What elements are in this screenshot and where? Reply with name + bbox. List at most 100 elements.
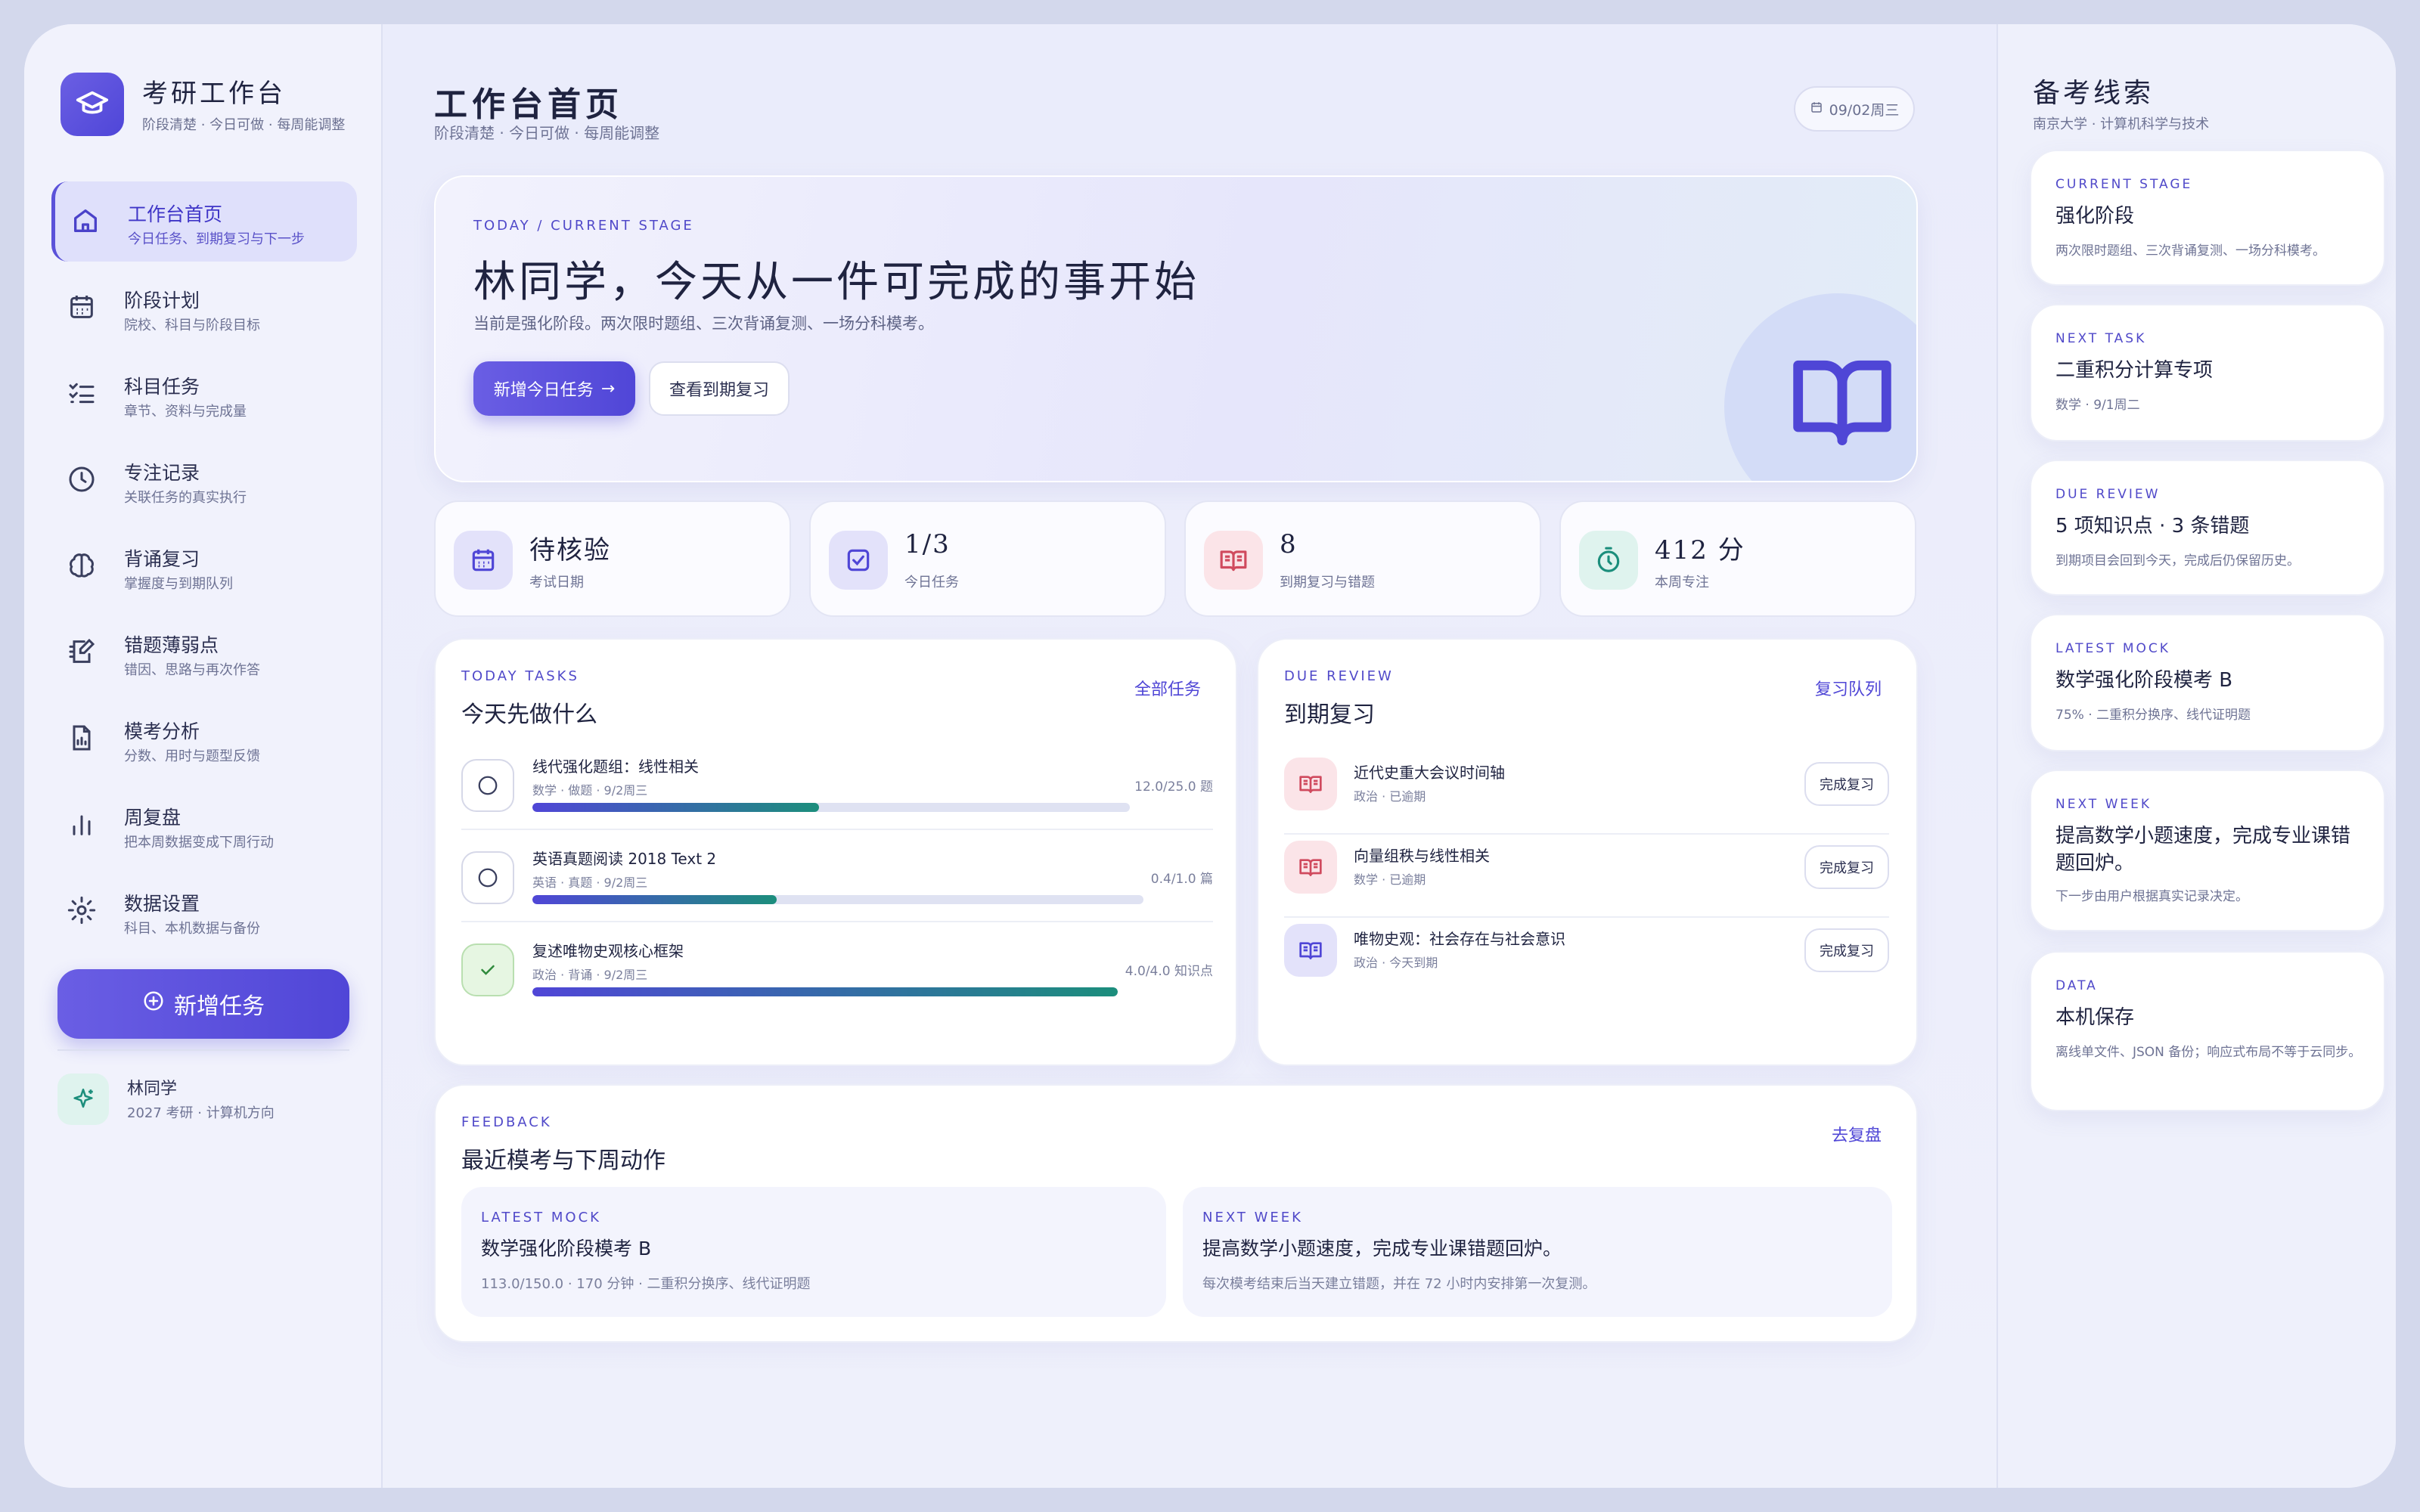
sidebar-item-sub: 院校、科目与阶段目标 (124, 318, 260, 333)
clue-card-due-review[interactable]: DUE REVIEW 5 项知识点 · 3 条错题 到期项目会回到今天，完成后仍… (2030, 460, 2385, 596)
clue-desc: 到期项目会回到今天，完成后仍保留历史。 (2055, 553, 2300, 569)
file-chart-icon (65, 721, 98, 754)
review-queue-link[interactable]: 复习队列 (1815, 676, 1882, 700)
calendar-small-icon (1810, 101, 1823, 118)
notebook-pen-icon (65, 635, 98, 668)
complete-review-button[interactable]: 完成复习 (1804, 762, 1889, 806)
task-progress-fill (532, 987, 1118, 996)
go-review-link[interactable]: 去复盘 (1832, 1122, 1882, 1146)
clue-desc: 离线单文件、JSON 备份；响应式布局不等于云同步。 (2055, 1045, 2362, 1060)
divider (1284, 833, 1889, 835)
page-title: 工作台首页 (434, 85, 623, 124)
sidebar-item-sub: 把本周数据变成下周行动 (124, 835, 274, 850)
open-book-icon (1284, 758, 1337, 810)
sidebar-item-label: 工作台首页 (128, 203, 223, 225)
sidebar-item-sub: 章节、资料与完成量 (124, 404, 247, 420)
sparkle-icon (57, 1074, 109, 1125)
clue-eyebrow: DATA (2055, 978, 2098, 993)
sidebar-item-mock-analysis[interactable]: 模考分析 分数、用时与题型反馈 (51, 699, 357, 779)
clue-card-next-week[interactable]: NEXT WEEK 提高数学小题速度，完成专业课错题回炉。 下一步由用户根据真实… (2030, 770, 2385, 931)
sidebar-item-home[interactable]: 工作台首页 今日任务、到期复习与下一步 (51, 181, 357, 262)
user-sub: 2027 考研 · 计算机方向 (127, 1105, 275, 1121)
stat-label: 本周专注 (1655, 575, 1709, 590)
clue-desc: 75% · 二重积分换序、线代证明题 (2055, 708, 2251, 723)
complete-review-button[interactable]: 完成复习 (1804, 845, 1889, 889)
open-book-icon (1782, 348, 1903, 457)
main-content: 工作台首页 阶段清楚 · 今日可做 · 每周能调整 09/02周三 TODAY … (383, 24, 1996, 1488)
view-due-review-button[interactable]: 查看到期复习 (649, 361, 790, 416)
task-progress-text: 4.0/4.0 知识点 (1125, 964, 1213, 979)
all-tasks-link[interactable]: 全部任务 (1134, 676, 1201, 700)
date-chip[interactable]: 09/02周三 (1794, 86, 1915, 132)
check-square-icon (829, 531, 888, 590)
stat-value: 8 (1280, 529, 1298, 559)
review-title: 向量组秩与线性相关 (1354, 847, 1490, 865)
panel-eyebrow: LATEST MOCK (481, 1210, 601, 1225)
clue-card-current-stage[interactable]: CURRENT STAGE 强化阶段 两次限时题组、三次背诵复测、一场分科模考。 (2030, 150, 2385, 286)
task-item[interactable]: 线代强化题组：线性相关 数学 · 做题 · 9/2周三 12.0/25.0 题 (461, 754, 1213, 830)
task-title: 线代强化题组：线性相关 (532, 758, 699, 776)
right-panel: 备考线索 南京大学 · 计算机科学与技术 CURRENT STAGE 强化阶段 … (1996, 24, 2396, 1488)
new-task-button[interactable]: 新增任务 (57, 969, 349, 1039)
clue-title: 本机保存 (2055, 1006, 2135, 1029)
clue-title: 强化阶段 (2055, 205, 2135, 228)
task-checkbox[interactable] (461, 759, 514, 812)
sidebar-item-weekly-review[interactable]: 周复盘 把本周数据变成下周行动 (51, 785, 357, 865)
task-checkbox[interactable] (461, 851, 514, 904)
open-book-icon (1204, 531, 1263, 590)
brand-subtitle: 阶段清楚 · 今日可做 · 每周能调整 (142, 117, 346, 133)
sidebar-item-stage-plan[interactable]: 阶段计划 院校、科目与阶段目标 (51, 268, 357, 348)
clue-card-data[interactable]: DATA 本机保存 离线单文件、JSON 备份；响应式布局不等于云同步。 (2030, 951, 2385, 1111)
graduation-cap-icon (60, 73, 124, 136)
stat-label: 今日任务 (904, 575, 959, 590)
page-subtitle: 阶段清楚 · 今日可做 · 每周能调整 (434, 124, 660, 142)
hero-description: 当前是强化阶段。两次限时题组、三次背诵复测、一场分科模考。 (473, 314, 934, 333)
sidebar-item-mistakes[interactable]: 错题薄弱点 错因、思路与再次作答 (51, 612, 357, 692)
task-title: 复述唯物史观核心框架 (532, 942, 684, 960)
stat-exam-date: 待核验 考试日期 (434, 500, 791, 617)
review-meta: 政治 · 已逾期 (1354, 789, 1426, 804)
card-title: 到期复习 (1284, 702, 1375, 728)
open-book-icon (1284, 924, 1337, 977)
calendar-icon (65, 290, 98, 324)
complete-review-button[interactable]: 完成复习 (1804, 928, 1889, 972)
task-item[interactable]: 英语真题阅读 2018 Text 2 英语 · 真题 · 9/2周三 0.4/1… (461, 847, 1213, 922)
review-title: 近代史重大会议时间轴 (1354, 764, 1505, 782)
timer-icon (1579, 531, 1638, 590)
card-title: 今天先做什么 (461, 702, 597, 728)
sidebar-item-sub: 科目、本机数据与备份 (124, 921, 260, 937)
sidebar-item-label: 阶段计划 (124, 290, 200, 311)
right-panel-title: 备考线索 (2033, 78, 2155, 109)
sidebar-item-subject-tasks[interactable]: 科目任务 章节、资料与完成量 (51, 354, 357, 434)
user-profile[interactable]: 林同学 2027 考研 · 计算机方向 (57, 1067, 349, 1128)
panel-eyebrow: NEXT WEEK (1202, 1210, 1303, 1225)
feedback-card: FEEDBACK 最近模考与下周动作 去复盘 LATEST MOCK 数学强化阶… (434, 1084, 1918, 1343)
add-today-task-button[interactable]: 新增今日任务 → (473, 361, 635, 416)
stat-today-tasks: 1/3 今日任务 (809, 500, 1166, 617)
sidebar-item-data-settings[interactable]: 数据设置 科目、本机数据与备份 (51, 871, 357, 951)
clue-card-next-task[interactable]: NEXT TASK 二重积分计算专项 数学 · 9/1周二 (2030, 304, 2385, 442)
stat-label: 考试日期 (529, 575, 584, 590)
task-progress-fill (532, 895, 777, 904)
user-name: 林同学 (127, 1080, 178, 1098)
clue-title: 5 项知识点 · 3 条错题 (2055, 515, 2250, 538)
clue-eyebrow: CURRENT STAGE (2055, 177, 2193, 192)
panel-title: 提高数学小题速度，完成专业课错题回炉。 (1202, 1238, 1562, 1259)
sidebar-item-label: 专注记录 (124, 462, 200, 484)
task-item[interactable]: 复述唯物史观核心框架 政治 · 背诵 · 9/2周三 4.0/4.0 知识点 (461, 939, 1213, 1015)
clue-card-latest-mock[interactable]: LATEST MOCK 数学强化阶段模考 B 75% · 二重积分换序、线代证明… (2030, 614, 2385, 751)
clue-desc: 两次限时题组、三次背诵复测、一场分科模考。 (2055, 243, 2325, 259)
sidebar-item-sub: 今日任务、到期复习与下一步 (128, 231, 305, 247)
task-meta: 英语 · 真题 · 9/2周三 (532, 875, 648, 890)
stat-value: 待核验 (529, 535, 611, 565)
review-meta: 数学 · 已逾期 (1354, 872, 1426, 887)
sidebar-item-focus-log[interactable]: 专注记录 关联任务的真实执行 (51, 440, 357, 520)
task-progress-text: 12.0/25.0 题 (1134, 779, 1213, 795)
clue-eyebrow: NEXT WEEK (2055, 797, 2152, 812)
review-item: 向量组秩与线性相关 数学 · 已逾期 完成复习 (1284, 836, 1889, 909)
check-icon (481, 965, 495, 975)
sidebar-item-recite-review[interactable]: 背诵复习 掌握度与到期队列 (51, 526, 357, 606)
arrow-right-icon: → (600, 379, 616, 398)
review-item: 唯物史观：社会存在与社会意识 政治 · 今天到期 完成复习 (1284, 919, 1889, 992)
task-checkbox-checked[interactable] (461, 943, 514, 996)
